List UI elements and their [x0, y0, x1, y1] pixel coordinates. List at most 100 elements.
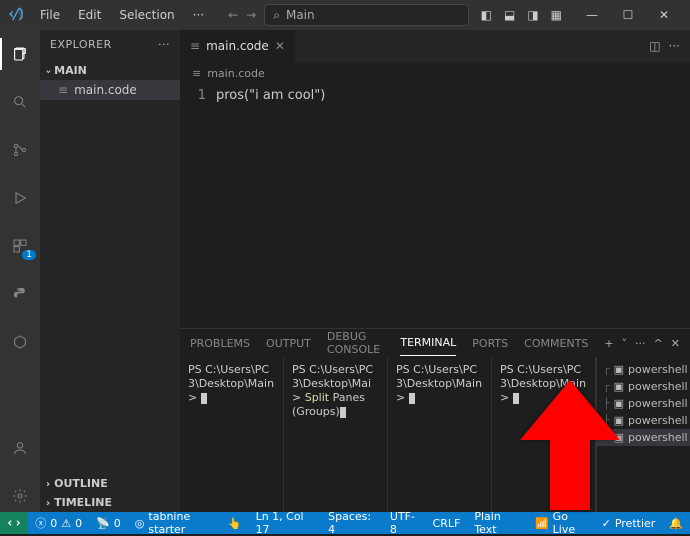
sb-encoding[interactable]: UTF-8 [383, 510, 426, 536]
titlebar: File Edit Selection ··· ← → ⌕ Main ◧ ⬓ ◨… [0, 0, 690, 30]
sidebar-more-icon[interactable]: ··· [158, 38, 170, 51]
terminal-list-item[interactable]: ┌▣powershell [597, 361, 690, 378]
minimize-button[interactable]: — [574, 0, 610, 30]
tab-bar: ≡ main.code ✕ ◫ ··· [180, 30, 690, 62]
new-terminal-icon[interactable]: + [604, 331, 613, 356]
sb-language[interactable]: Plain Text [467, 510, 528, 536]
remote-indicator[interactable] [0, 512, 28, 534]
broadcast-icon: 📶 [535, 517, 549, 530]
explorer-icon[interactable] [0, 38, 40, 70]
layout-controls: ◧ ⬓ ◨ ▦ [477, 4, 566, 26]
sb-ports[interactable]: 📡0 [89, 517, 128, 530]
close-button[interactable]: ✕ [646, 0, 682, 30]
code-line: pros("i am cool") [216, 88, 325, 328]
file-item-main[interactable]: ≡ main.code [40, 80, 180, 100]
terminal-pane-1[interactable]: PS C:\Users\PC3\Desktop\Main> [180, 357, 284, 512]
folder-section[interactable]: MAIN [40, 61, 180, 80]
error-icon: ⓧ [35, 515, 46, 531]
terminal-list-item[interactable]: ┌▣powershell [597, 378, 690, 395]
close-panel-icon[interactable]: ✕ [671, 331, 680, 356]
run-debug-icon[interactable] [0, 182, 40, 214]
nav-arrows: ← → [228, 8, 256, 22]
maximize-button[interactable]: ☐ [610, 0, 646, 30]
customize-layout-icon[interactable]: ▦ [547, 4, 566, 26]
terminal-list-item[interactable]: └▣powershell [597, 429, 690, 446]
terminal-pane-4[interactable]: PS C:\Users\PC3\Desktop\Main> [492, 357, 596, 512]
terminal-list-item[interactable]: ├▣powershell [597, 412, 690, 429]
chevron-down-icon [46, 64, 50, 77]
hand-icon: 👆 [228, 517, 242, 530]
nav-forward-icon[interactable]: → [246, 8, 256, 22]
activity-bar: 1 [0, 30, 40, 512]
file-name: main.code [74, 83, 137, 97]
file-icon: ≡ [192, 67, 201, 80]
sb-bell-icon[interactable]: 🔔 [662, 510, 690, 536]
powershell-icon: ▣ [614, 414, 624, 427]
menu-bar: File Edit Selection ··· [32, 4, 212, 26]
powershell-icon: ▣ [614, 380, 624, 393]
hex-icon[interactable] [0, 326, 40, 358]
sb-prettier[interactable]: ✓Prettier [595, 510, 663, 536]
outline-section[interactable]: OUTLINE [40, 474, 180, 493]
sb-errors[interactable]: ⓧ0⚠0 [28, 515, 89, 531]
status-bar: ⓧ0⚠0 📡0 ◎tabnine starter👆 Ln 1, Col 17 S… [0, 512, 690, 534]
tab-output[interactable]: OUTPUT [266, 331, 311, 356]
toggle-secondary-icon[interactable]: ◨ [523, 4, 542, 26]
bottom-panel: PROBLEMS OUTPUT DEBUG CONSOLE TERMINAL P… [180, 328, 690, 512]
toggle-panel-icon[interactable]: ⬓ [500, 4, 519, 26]
extensions-icon[interactable]: 1 [0, 230, 40, 262]
sb-spaces[interactable]: Spaces: 4 [321, 510, 383, 536]
powershell-icon: ▣ [614, 363, 624, 376]
menu-edit[interactable]: Edit [70, 4, 109, 26]
menu-more[interactable]: ··· [185, 4, 212, 26]
sb-eol[interactable]: CRLF [426, 510, 468, 536]
terminal-dropdown-icon[interactable]: ˅ [622, 331, 628, 356]
terminal-pane-3[interactable]: PS C:\Users\PC3\Desktop\Main> [388, 357, 492, 512]
terminal-pane-2[interactable]: PS C:\Users\PC3\Desktop\Mai> Split Panes… [284, 357, 388, 512]
sb-lncol[interactable]: Ln 1, Col 17 [249, 510, 322, 536]
tab-comments[interactable]: COMMENTS [524, 331, 588, 356]
window-controls: — ☐ ✕ [574, 0, 682, 30]
extensions-badge: 1 [22, 250, 36, 260]
code-editor[interactable]: 1 pros("i am cool") [180, 84, 690, 328]
breadcrumb[interactable]: ≡ main.code [180, 62, 690, 84]
search-icon: ⌕ [273, 8, 280, 23]
antenna-icon: 📡 [96, 517, 110, 530]
command-center[interactable]: ⌕ Main [264, 4, 468, 26]
menu-file[interactable]: File [32, 4, 68, 26]
tab-terminal[interactable]: TERMINAL [400, 330, 456, 356]
editor-tab-main[interactable]: ≡ main.code ✕ [180, 30, 296, 62]
close-tab-icon[interactable]: ✕ [275, 39, 285, 53]
maximize-panel-icon[interactable]: ^ [654, 331, 663, 356]
source-control-icon[interactable] [0, 134, 40, 166]
editor-more-icon[interactable]: ··· [669, 39, 680, 53]
python-icon[interactable] [0, 278, 40, 310]
menu-selection[interactable]: Selection [111, 4, 182, 26]
file-icon: ≡ [58, 83, 68, 97]
file-icon: ≡ [190, 39, 200, 53]
settings-gear-icon[interactable] [0, 480, 40, 512]
terminal-list-item[interactable]: ├▣powershell [597, 395, 690, 412]
nav-back-icon[interactable]: ← [228, 8, 238, 22]
chevron-right-icon [46, 477, 50, 490]
tab-ports[interactable]: PORTS [472, 331, 508, 356]
check-icon: ✓ [602, 517, 611, 530]
split-editor-icon[interactable]: ◫ [649, 39, 660, 53]
line-number: 1 [180, 88, 216, 328]
sb-golive[interactable]: 📶Go Live [528, 510, 595, 536]
vscode-icon [8, 6, 24, 25]
panel-more-icon[interactable]: ··· [635, 331, 646, 356]
tab-problems[interactable]: PROBLEMS [190, 331, 250, 356]
warning-icon: ⚠ [61, 517, 71, 530]
sb-tabnine[interactable]: ◎tabnine starter👆 [128, 510, 249, 536]
search-activity-icon[interactable] [0, 86, 40, 118]
editor-area: ≡ main.code ✕ ◫ ··· ≡ main.code 1 pros("… [180, 30, 690, 512]
account-icon[interactable] [0, 432, 40, 464]
search-text: Main [286, 8, 315, 22]
toggle-sidebar-icon[interactable]: ◧ [477, 4, 496, 26]
terminal-list: ┌▣powershell ┌▣powershell ├▣powershell ├… [596, 357, 690, 512]
tabnine-icon: ◎ [135, 517, 145, 530]
chevron-right-icon [46, 496, 50, 509]
explorer-sidebar: EXPLORER ··· MAIN ≡ main.code OUTLINE TI… [40, 30, 180, 512]
powershell-icon: ▣ [614, 431, 624, 444]
